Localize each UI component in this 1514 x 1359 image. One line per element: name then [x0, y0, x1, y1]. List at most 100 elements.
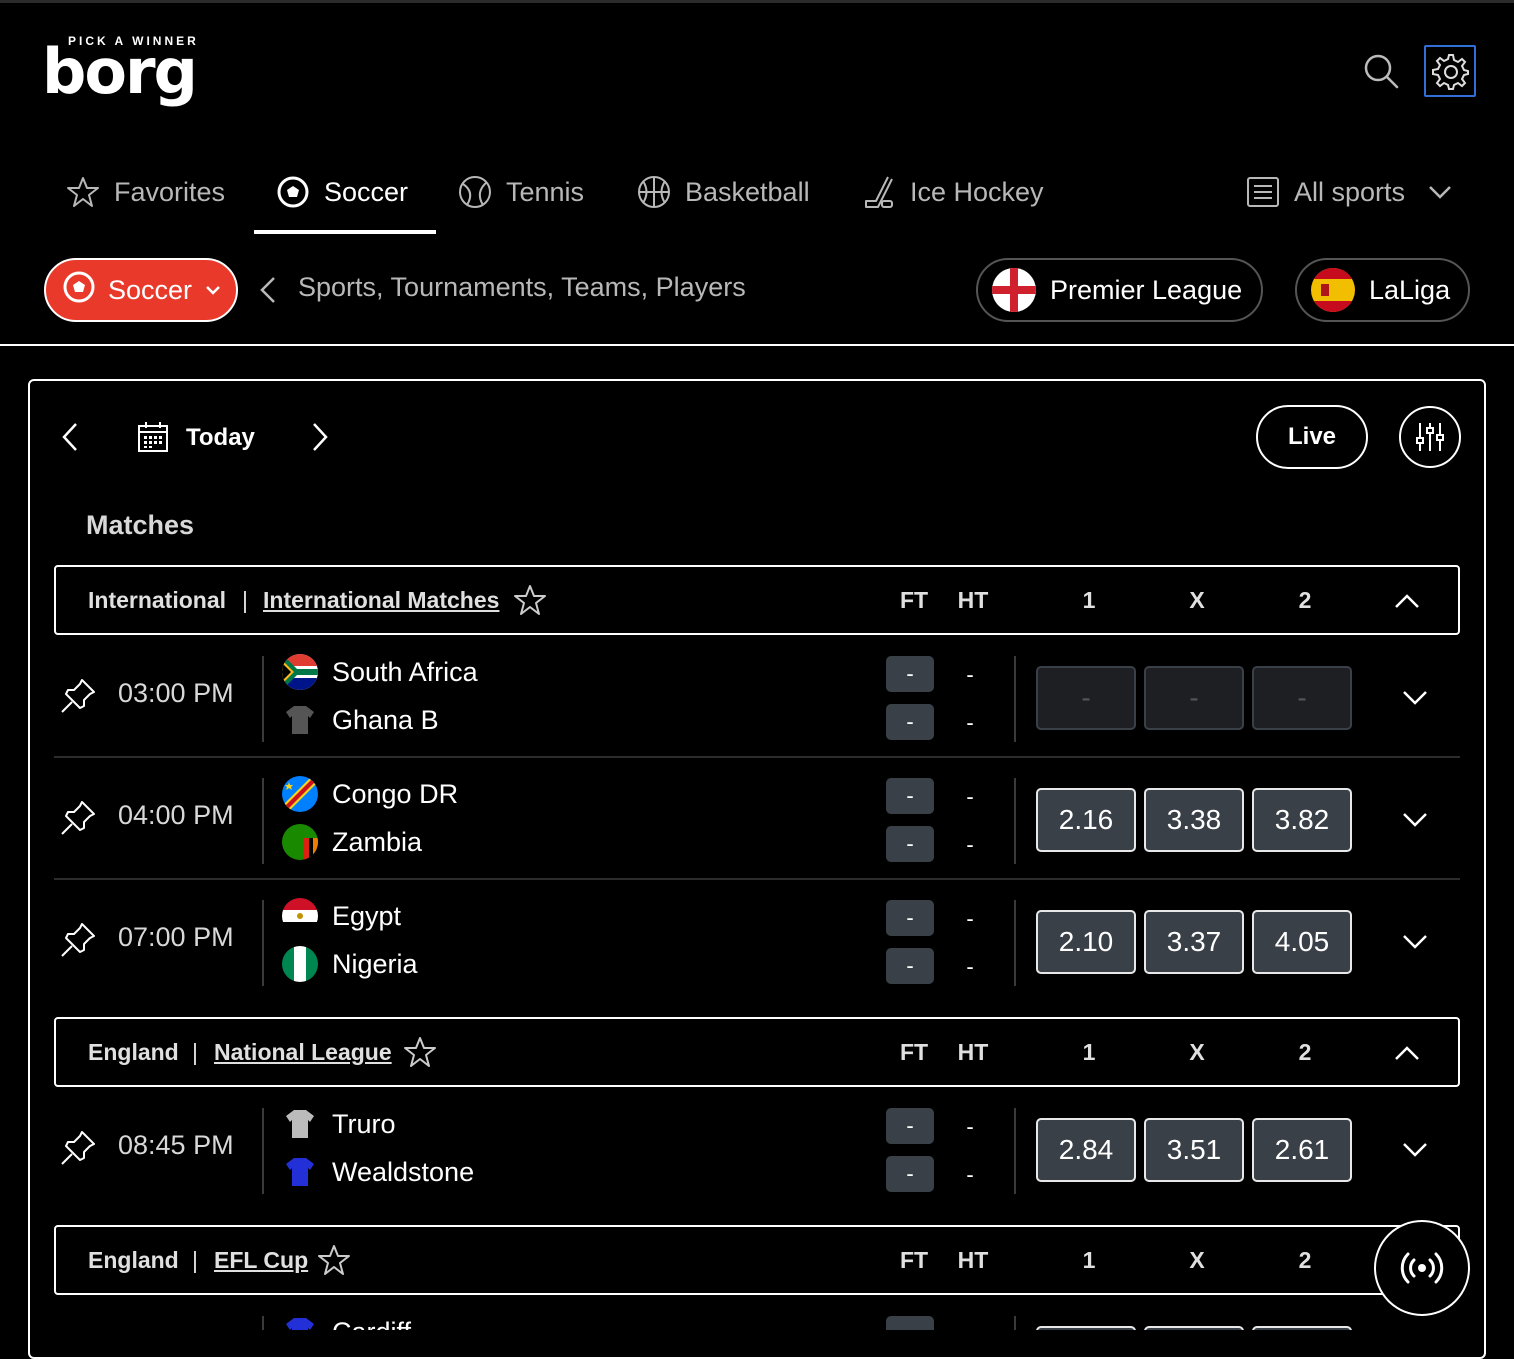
chevron-up-icon[interactable] [1392, 587, 1422, 617]
header-divider [0, 344, 1514, 346]
odds-draw-button[interactable]: 3.37 [1144, 910, 1244, 974]
favorite-star-icon[interactable] [403, 1035, 437, 1069]
odds-draw-button[interactable]: - [1144, 666, 1244, 730]
home-team[interactable]: Cardiff [282, 1312, 411, 1330]
sport-selector-pill[interactable]: Soccer [44, 258, 238, 322]
chevron-up-icon[interactable] [1392, 1039, 1422, 1069]
away-team[interactable]: Zambia [282, 822, 422, 862]
ht-score-away: - [966, 710, 974, 735]
tab-label: Basketball [685, 176, 810, 207]
league-name-link[interactable]: EFL Cup [214, 1247, 308, 1274]
match-row[interactable]: 08:45 PM Truro Wealdstone - - - - 2.84 3… [54, 1088, 1460, 1210]
borg-logo[interactable]: PICK A WINNER borg [42, 32, 200, 108]
pin-icon[interactable] [60, 800, 96, 836]
ht-score-home: - [966, 906, 974, 931]
pin-icon[interactable] [60, 1130, 96, 1166]
live-filter-button[interactable]: Live [1256, 405, 1368, 469]
league-header-international-matches[interactable]: International | International Matches FT… [54, 565, 1460, 635]
league-separator: | [242, 587, 248, 613]
quick-league-laliga[interactable]: LaLiga [1295, 258, 1470, 322]
away-team-name: Ghana B [332, 704, 439, 735]
league-name-link[interactable]: International Matches [263, 587, 499, 614]
league-name-link[interactable]: National League [214, 1039, 392, 1066]
tab-favorites[interactable]: Favorites [66, 150, 225, 234]
ht-score-home: - [966, 662, 974, 687]
league-country: England [88, 1039, 179, 1065]
away-team[interactable]: Nigeria [282, 944, 418, 984]
live-broadcast-button[interactable] [1374, 1220, 1470, 1316]
breadcrumb-search-hint[interactable]: Sports, Tournaments, Teams, Players [298, 272, 746, 303]
match-row[interactable]: 03:00 PM South Africa Ghana B - - - - - … [54, 636, 1460, 758]
matches-heading: Matches [86, 510, 195, 540]
sport-selector-label: Soccer [108, 274, 193, 305]
active-tab-indicator [254, 230, 436, 234]
home-team[interactable]: Egypt [282, 896, 401, 936]
tab-basketball[interactable]: Basketball [637, 150, 810, 234]
next-day-button[interactable] [310, 420, 330, 454]
column-x: X [1189, 1039, 1205, 1065]
nigeria-flag-icon [282, 946, 318, 982]
pin-icon[interactable] [60, 922, 96, 958]
row-divider [262, 900, 264, 986]
column-1: 1 [1082, 587, 1096, 613]
away-team[interactable]: Wealdstone [282, 1152, 474, 1192]
search-button[interactable] [1362, 52, 1400, 90]
favorite-star-icon[interactable] [513, 583, 547, 617]
league-country: England [88, 1247, 179, 1273]
ht-score-away: - [966, 1162, 974, 1187]
date-label[interactable]: Today [186, 424, 255, 452]
soccer-ball-icon [62, 270, 96, 311]
match-row[interactable]: 04:00 PM Congo DR Zambia - - - - 2.16 3.… [54, 758, 1460, 880]
match-row[interactable]: Cardiff [54, 1296, 1460, 1330]
home-team-name: Egypt [332, 900, 402, 931]
column-1: 1 [1082, 1247, 1096, 1273]
previous-day-button[interactable] [60, 420, 80, 454]
tab-soccer[interactable]: Soccer [276, 150, 408, 234]
ft-score-away: - [886, 948, 934, 984]
odds-away-button[interactable]: 4.05 [1252, 910, 1352, 974]
all-sports-label: All sports [1294, 176, 1406, 207]
tab-ice-hockey[interactable]: Ice Hockey [862, 150, 1044, 234]
league-separator: | [192, 1039, 198, 1065]
ft-score-home: - [886, 1108, 934, 1144]
calendar-icon[interactable] [137, 421, 169, 453]
tab-label: Tennis [506, 176, 585, 207]
odds-home-button[interactable]: 2.16 [1036, 788, 1136, 852]
home-team[interactable]: Congo DR [282, 774, 458, 814]
tab-label: Soccer [324, 176, 409, 207]
pin-icon[interactable] [60, 678, 96, 714]
league-header-national-league[interactable]: England | National League FT HT 1 X 2 [54, 1017, 1460, 1087]
chevron-left-icon[interactable] [256, 274, 282, 306]
row-divider [262, 656, 264, 742]
odds-draw-button[interactable] [1144, 1326, 1244, 1330]
odds-draw-button[interactable]: 3.51 [1144, 1118, 1244, 1182]
all-sports-dropdown[interactable]: All sports [1246, 150, 1457, 234]
match-row[interactable]: 07:00 PM Egypt Nigeria - - - - 2.10 3.37… [54, 880, 1460, 1002]
league-header-efl-cup[interactable]: England | EFL Cup FT HT 1 X 2 [54, 1225, 1460, 1295]
quick-league-premier-league[interactable]: Premier League [976, 258, 1263, 322]
filter-settings-button[interactable] [1399, 406, 1461, 468]
home-team[interactable]: Truro [282, 1104, 396, 1144]
odds-away-button[interactable]: 3.82 [1252, 788, 1352, 852]
odds-home-button[interactable]: - [1036, 666, 1136, 730]
list-icon [1246, 175, 1280, 209]
chevron-down-icon[interactable] [1400, 682, 1430, 712]
settings-button[interactable] [1424, 45, 1476, 97]
zambia-flag-icon [282, 824, 318, 860]
odds-away-button[interactable]: 2.61 [1252, 1118, 1352, 1182]
odds-away-button[interactable]: - [1252, 666, 1352, 730]
odds-draw-button[interactable]: 3.38 [1144, 788, 1244, 852]
chevron-down-icon[interactable] [1400, 926, 1430, 956]
odds-home-button[interactable] [1036, 1326, 1136, 1330]
odds-away-button[interactable] [1252, 1326, 1352, 1330]
chevron-down-icon[interactable] [1400, 1134, 1430, 1164]
favorite-star-icon[interactable] [317, 1243, 351, 1277]
chevron-down-icon[interactable] [1400, 804, 1430, 834]
home-team-name: Congo DR [332, 778, 459, 809]
home-team[interactable]: South Africa [282, 652, 478, 692]
away-team[interactable]: Ghana B [282, 700, 439, 740]
column-x: X [1189, 587, 1205, 613]
tab-tennis[interactable]: Tennis [458, 150, 584, 234]
odds-home-button[interactable]: 2.10 [1036, 910, 1136, 974]
odds-home-button[interactable]: 2.84 [1036, 1118, 1136, 1182]
